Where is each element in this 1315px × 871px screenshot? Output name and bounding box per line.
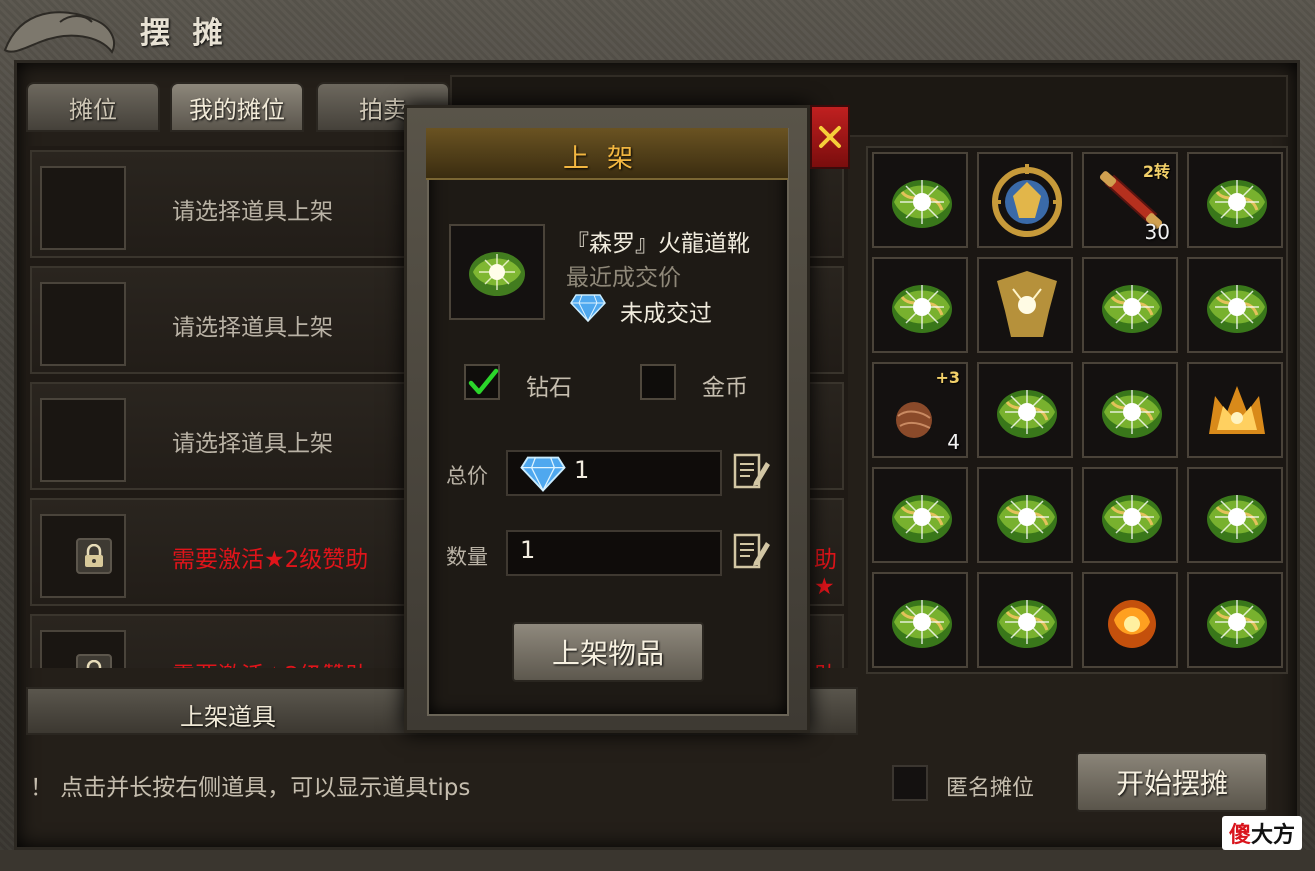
inventory-slot[interactable]: 2转 30	[1082, 152, 1178, 248]
close-button[interactable]	[810, 105, 850, 169]
green-crystal-icon	[1102, 285, 1162, 333]
shelve-items-label: 上架道具	[180, 703, 276, 731]
recent-price-value: 未成交过	[620, 301, 712, 327]
total-price-input[interactable]: 1	[506, 450, 722, 496]
inventory-slot[interactable]	[1187, 572, 1283, 668]
golden-shield-icon	[992, 164, 1062, 237]
inventory-slot[interactable]	[977, 362, 1073, 458]
inventory-slot[interactable]	[1082, 467, 1178, 563]
diamond-icon	[570, 294, 606, 323]
inventory-slot[interactable]	[1187, 257, 1283, 353]
recent-price-label: 最近成交价	[566, 265, 681, 291]
inventory-slot[interactable]: +3 4	[872, 362, 968, 458]
bottom-band	[0, 850, 1315, 871]
checkmark-icon	[468, 368, 499, 395]
green-crystal-icon	[1102, 390, 1162, 438]
green-crystal-icon	[469, 252, 525, 296]
item-count: 4	[947, 430, 960, 454]
dragon-ornament-icon	[3, 11, 115, 54]
item-slot	[40, 630, 126, 668]
green-crystal-icon	[1207, 285, 1267, 333]
inventory-slot[interactable]	[1187, 152, 1283, 248]
quantity-input[interactable]: 1	[506, 530, 722, 576]
green-crystal-icon	[892, 495, 952, 543]
tab-my-stall[interactable]: 我的摊位	[170, 82, 304, 132]
item-count: 30	[1144, 220, 1170, 244]
row-text: 请选择道具上架	[172, 199, 333, 225]
dialog-title-bar: 上架	[426, 128, 788, 180]
row-trail-text: 助★	[814, 547, 837, 600]
green-crystal-icon	[997, 600, 1057, 648]
green-crystal-icon	[892, 180, 952, 228]
inventory-slot[interactable]	[872, 152, 968, 248]
item-tag: 2转	[1142, 162, 1170, 181]
watermark: 傻大方	[1222, 816, 1302, 850]
item-slot	[40, 514, 126, 598]
inventory-slot[interactable]	[977, 257, 1073, 353]
close-icon	[819, 126, 841, 148]
dialog-title: 上架	[562, 144, 651, 174]
fire-orb-icon	[1108, 600, 1156, 648]
total-price-value: 1	[574, 456, 590, 484]
green-crystal-icon	[1102, 495, 1162, 543]
green-crystal-icon	[997, 390, 1057, 438]
window-title: 摆 摊	[140, 16, 229, 51]
fire-crown-icon	[1209, 386, 1265, 434]
anonymous-checkbox[interactable]	[892, 765, 928, 801]
inventory-slot[interactable]	[977, 572, 1073, 668]
green-crystal-icon	[1207, 600, 1267, 648]
edit-icon[interactable]	[732, 530, 772, 572]
inventory-slot[interactable]	[1187, 467, 1283, 563]
inventory-slot[interactable]	[1082, 362, 1178, 458]
row-text: 请选择道具上架	[172, 315, 333, 341]
inventory-slot[interactable]	[1082, 572, 1178, 668]
inventory-slot[interactable]	[1082, 257, 1178, 353]
green-crystal-icon	[892, 600, 952, 648]
diamond-icon	[520, 456, 566, 492]
gold-currency-checkbox[interactable]	[640, 364, 676, 400]
edit-icon[interactable]	[732, 450, 772, 492]
anonymous-label: 匿名摊位	[946, 776, 1035, 801]
inventory-slot[interactable]	[1187, 362, 1283, 458]
quantity-label: 数量	[446, 545, 488, 569]
green-crystal-icon	[892, 285, 952, 333]
lock-icon	[76, 538, 112, 574]
golden-armor-icon	[997, 271, 1057, 337]
diamond-currency-checkbox[interactable]	[464, 364, 500, 400]
inventory-slot[interactable]	[872, 572, 968, 668]
item-slot[interactable]	[40, 282, 126, 366]
diamond-currency-label: 钻石	[526, 375, 572, 401]
row-text: 请选择道具上架	[172, 431, 333, 457]
start-stall-button[interactable]: 开始摆摊	[1076, 752, 1268, 812]
selected-item-slot[interactable]	[449, 224, 545, 320]
gold-currency-label: 金币	[702, 375, 748, 401]
item-slot[interactable]	[40, 166, 126, 250]
watermark-part: 傻	[1228, 823, 1251, 848]
row-text: 需要激活★2级赞助	[172, 656, 368, 668]
watermark-part: 大方	[1251, 823, 1296, 848]
inventory-slot[interactable]	[872, 467, 968, 563]
inventory-slot[interactable]	[977, 467, 1073, 563]
inventory-slot[interactable]	[977, 152, 1073, 248]
tip-text: ！ 点击并长按右侧道具，可以显示道具tips	[30, 775, 471, 801]
green-crystal-icon	[997, 495, 1057, 543]
quantity-value: 1	[520, 536, 536, 564]
row-trail-text: 助★	[814, 656, 842, 668]
green-crystal-icon	[1207, 180, 1267, 228]
inventory-slot[interactable]	[872, 257, 968, 353]
green-crystal-icon	[1207, 495, 1267, 543]
total-price-label: 总价	[446, 464, 488, 488]
lock-icon	[76, 654, 112, 668]
item-slot[interactable]	[40, 398, 126, 482]
item-tag: +3	[935, 368, 960, 387]
list-item-button[interactable]: 上架物品	[512, 622, 704, 682]
item-name: 『森罗』火龍道靴	[566, 231, 750, 257]
tab-stalls[interactable]: 摊位	[26, 82, 160, 132]
row-text: 需要激活★2级赞助	[172, 547, 369, 573]
